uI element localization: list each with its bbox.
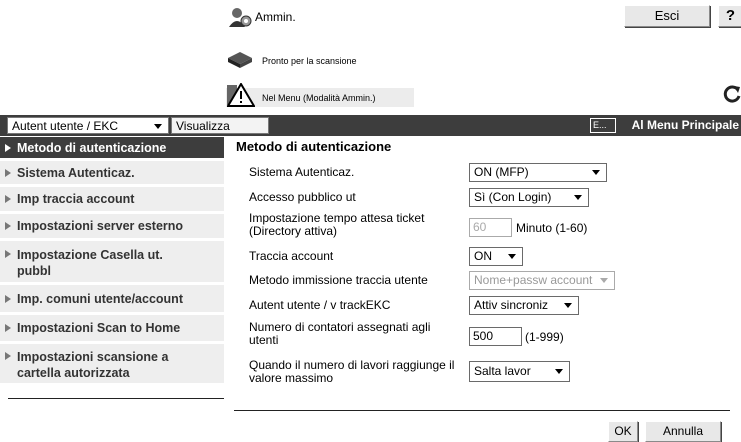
select-value: Nome+passw account [474,273,593,287]
page-title: Metodo di autenticazione [236,139,392,154]
ticket-wait-input[interactable]: 60 [469,218,512,237]
select-value: Salta lavor [474,364,531,378]
triangle-right-icon [5,352,11,360]
field-label: Metodo immissione traccia utente [249,273,428,287]
chevron-down-icon [555,369,563,374]
sidebar-item-external-server[interactable]: Impostazioni server esterno [0,214,224,239]
sidebar-item-label: Impostazioni Scan to Home [17,321,181,335]
field-label: Autent utente / v trackEKC [249,298,391,312]
chevron-down-icon [564,303,572,308]
triangle-right-icon [5,295,11,303]
ticket-wait-unit: Minuto (1-60) [516,221,588,235]
help-button[interactable]: ? [718,5,741,27]
public-access-select[interactable]: Sì (Con Login) [469,188,589,207]
triangle-right-icon [5,169,11,177]
main-menu-link[interactable]: Al Menu Principale [632,117,741,134]
triangle-right-icon [5,324,11,332]
sidebar-item-label: Metodo di autenticazione [17,141,167,155]
triangle-right-icon [5,195,11,203]
sidebar-item-label: Impostazioni server esterno [17,219,184,233]
account-track-select[interactable]: ON [469,247,523,266]
sidebar-item-common-settings[interactable]: Imp. comuni utente/account [0,285,224,313]
chevron-down-icon [600,278,608,283]
field-label: Accesso pubblico ut [249,190,356,204]
field-label: Impostazione tempo attesa ticket (Direct… [249,211,425,238]
ok-button[interactable]: OK [608,421,638,442]
sidebar-item-label: Impostazione Casella ut. pubbl [17,248,163,278]
counters-input[interactable]: 500 [469,327,522,346]
sidebar-item-auth-method[interactable]: Metodo di autenticazione [0,137,224,159]
view-button[interactable]: Visualizza [171,117,269,134]
triangle-right-icon [5,222,11,230]
sidebar-item-label: Imp traccia account [17,192,135,206]
sidebar-item-account-track[interactable]: Imp traccia account [0,187,224,212]
sidebar-item-label: Impostazioni scansione a cartella autori… [17,350,169,380]
select-value: Attiv sincroniz [474,298,549,312]
select-value: ON [474,249,492,263]
user-label: Ammin. [255,10,296,24]
sidebar-item-public-box[interactable]: Impostazione Casella ut. pubbl [0,241,224,283]
select-value: ON (MFP) [474,165,529,179]
scan-status-text: Pronto per la scansione [262,56,357,66]
category-select-value: Autent utente / EKC [12,119,119,133]
chevron-down-icon [574,195,582,200]
field-label: Quando il numero di lavori raggiunge il … [249,358,455,385]
track-input-method-select[interactable]: Nome+passw account [469,271,615,290]
sidebar-item-label: Imp. comuni utente/account [17,292,183,306]
max-jobs-action-select[interactable]: Salta lavor [469,361,570,382]
auth-track-ekc-select[interactable]: Attiv sincroniz [469,296,579,315]
warning-icon [226,82,256,107]
triangle-right-icon [5,144,11,152]
mode-status-text: Nel Menu (Modalità Ammin.) [262,93,376,103]
field-label: Sistema Autenticaz. [249,165,355,179]
triangle-right-icon [5,250,11,258]
chevron-down-icon [592,170,600,175]
menu-icon[interactable]: E... [590,118,616,133]
chevron-down-icon [508,254,516,259]
field-label: Numero di contatori assegnati agli utent… [249,320,431,347]
content-divider [234,410,730,411]
sidebar-divider [8,398,224,399]
cancel-button[interactable]: Annulla [645,421,721,442]
category-select[interactable]: Autent utente / EKC [7,117,169,134]
select-value: Sì (Con Login) [474,190,552,204]
scanner-icon [227,50,253,68]
admin-user-icon [228,6,252,28]
sidebar-item-scan-folder[interactable]: Impostazioni scansione a cartella autori… [0,344,224,384]
field-label: Traccia account [249,249,334,263]
chevron-down-icon [154,124,162,129]
refresh-icon[interactable] [722,84,741,104]
sidebar-item-scan-home[interactable]: Impostazioni Scan to Home [0,315,224,342]
logout-button[interactable]: Esci [624,5,710,27]
sidebar-item-label: Sistema Autenticaz. [17,166,135,180]
sidebar-item-auth-system[interactable]: Sistema Autenticaz. [0,161,224,185]
auth-system-select[interactable]: ON (MFP) [469,163,607,182]
counters-unit: (1-999) [525,330,564,344]
